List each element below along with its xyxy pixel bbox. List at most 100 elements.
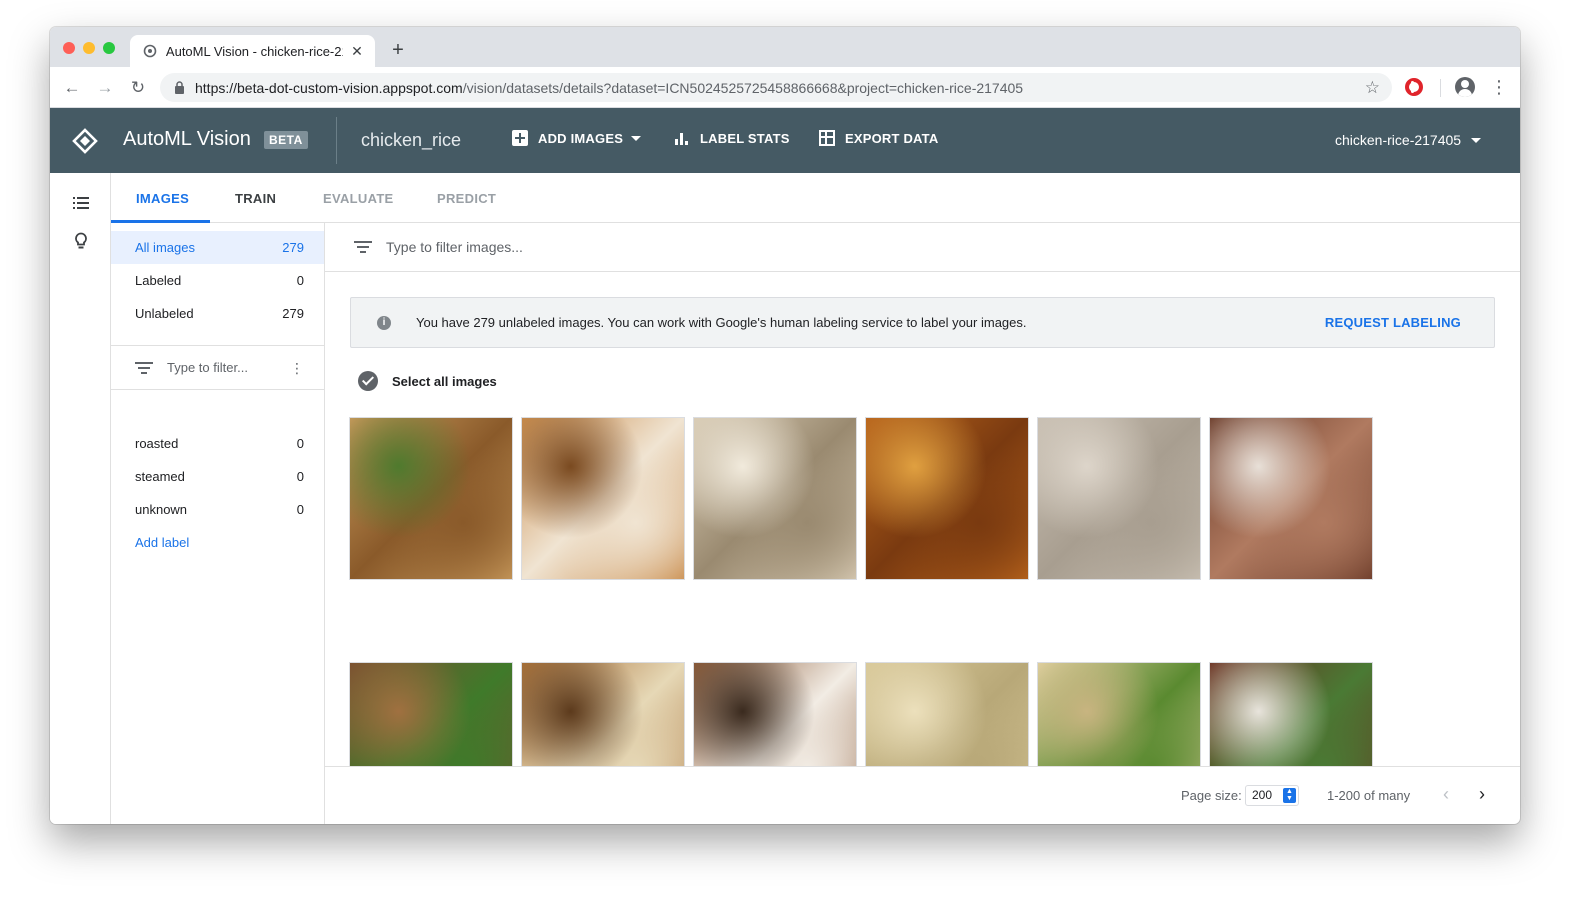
- label-count: 0: [296, 436, 304, 451]
- export-data-label: EXPORT DATA: [845, 130, 939, 146]
- select-all-control[interactable]: Select all images: [358, 371, 497, 391]
- url-text: https://beta-dot-custom-vision.appspot.c…: [195, 80, 1023, 96]
- tab-close-icon[interactable]: ✕: [349, 43, 365, 60]
- tab-predict[interactable]: PREDICT: [437, 191, 496, 206]
- close-window-button[interactable]: [63, 42, 75, 54]
- filter-count: 279: [282, 306, 304, 321]
- back-arrow-icon[interactable]: ←: [61, 77, 83, 99]
- minimize-window-button[interactable]: [83, 42, 95, 54]
- panel-divider: [111, 389, 324, 390]
- image-thumbnail-roasted-chicken-rice[interactable]: [521, 662, 685, 766]
- browser-tab[interactable]: AutoML Vision - chicken-rice-217405 ✕: [130, 35, 375, 67]
- bar-chart-icon: [674, 130, 690, 146]
- maximize-window-button[interactable]: [103, 42, 115, 54]
- request-labeling-button[interactable]: REQUEST LABELING: [1325, 315, 1461, 330]
- profile-avatar-icon[interactable]: [1455, 77, 1475, 97]
- beta-badge: BETA: [264, 131, 308, 149]
- automl-logo-icon: [72, 128, 98, 154]
- new-tab-button[interactable]: +: [388, 39, 408, 61]
- image-thumbnail-steamed-chicken-yellow[interactable]: [865, 662, 1029, 766]
- image-grid: [325, 417, 1520, 766]
- image-thumbnail-steamed-chicken-plain[interactable]: [1037, 417, 1201, 580]
- label-count: 0: [296, 469, 304, 484]
- label-item-steamed[interactable]: steamed 0: [111, 460, 324, 493]
- image-thumbnail-roasted-chicken-slices[interactable]: [521, 417, 685, 580]
- tab-images[interactable]: IMAGES: [136, 191, 189, 206]
- label-item-unknown[interactable]: unknown 0: [111, 493, 324, 526]
- filter-unlabeled[interactable]: Unlabeled 279: [111, 297, 324, 330]
- section-tabs: IMAGES TRAIN EVALUATE PREDICT: [111, 173, 1520, 223]
- app-name: AutoML Vision: [123, 128, 251, 150]
- page-size-label: Page size:: [1181, 788, 1242, 803]
- dropdown-caret-icon: [631, 135, 642, 141]
- forward-arrow-icon[interactable]: →: [94, 77, 116, 99]
- bookmark-star-icon[interactable]: ☆: [1365, 78, 1380, 98]
- browser-menu-icon[interactable]: ⋮: [1490, 77, 1508, 97]
- datasets-list-icon[interactable]: [73, 197, 89, 209]
- page-size-select[interactable]: 200 ▲ ▼: [1245, 785, 1299, 806]
- page-size-value: 200: [1252, 788, 1273, 802]
- image-thumbnail-roasted-chicken-salad[interactable]: [1209, 662, 1373, 766]
- label-name: steamed: [135, 469, 185, 484]
- image-thumbnail-roasted-chicken-greens[interactable]: [349, 662, 513, 766]
- label-name: unknown: [135, 502, 188, 517]
- label-stats-button[interactable]: LABEL STATS: [674, 130, 790, 146]
- toolbar-divider: [1440, 79, 1441, 97]
- filter-icon: [354, 241, 372, 253]
- select-all-label: Select all images: [392, 373, 497, 389]
- filter-labeled[interactable]: Labeled 0: [111, 264, 324, 297]
- left-rail: [50, 173, 111, 824]
- dataset-name: chicken_rice: [361, 130, 462, 150]
- select-stepper-icon: ▲ ▼: [1283, 788, 1296, 803]
- lock-icon: [172, 81, 186, 95]
- label-item-roasted[interactable]: roasted 0: [111, 427, 324, 460]
- export-data-button[interactable]: EXPORT DATA: [819, 130, 938, 146]
- image-thumbnail-glazed-chicken-sauce[interactable]: [865, 417, 1029, 580]
- more-options-icon[interactable]: ⋮: [290, 361, 304, 375]
- unlabeled-info-banner: i You have 279 unlabeled images. You can…: [350, 297, 1495, 348]
- image-filter-placeholder: Type to filter images...: [386, 239, 523, 255]
- address-bar[interactable]: https://beta-dot-custom-vision.appspot.c…: [160, 73, 1392, 102]
- app-header: AutoML Vision BETA chicken_rice ADD IMAG…: [50, 108, 1520, 173]
- tab-train[interactable]: TRAIN: [235, 191, 276, 206]
- filter-label: Unlabeled: [135, 306, 194, 321]
- add-label-link[interactable]: Add label: [135, 535, 189, 550]
- banner-message: You have 279 unlabeled images. You can w…: [416, 315, 1027, 330]
- label-stats-label: LABEL STATS: [700, 130, 790, 146]
- add-images-button[interactable]: ADD IMAGES: [512, 130, 642, 146]
- label-filter-placeholder: Type to filter...: [167, 360, 248, 375]
- image-thumbnail-steamed-chicken-rice[interactable]: [693, 417, 857, 580]
- filter-count: 0: [296, 273, 304, 288]
- image-thumbnail-soy-chicken-rice[interactable]: [1209, 417, 1373, 580]
- add-box-icon: [512, 130, 528, 146]
- tab-strip: AutoML Vision - chicken-rice-217405 ✕ +: [50, 27, 1520, 67]
- check-circle-icon[interactable]: [358, 371, 378, 391]
- project-name: chicken-rice-217405: [1335, 132, 1462, 148]
- opera-extension-icon[interactable]: [1405, 78, 1423, 96]
- filter-label: All images: [135, 240, 195, 255]
- url-host: https://beta-dot-custom-vision.appspot.c…: [195, 79, 463, 96]
- image-thumbnail-roasted-chicken-cilantro[interactable]: [349, 417, 513, 580]
- previous-page-icon[interactable]: ‹: [1443, 784, 1449, 805]
- image-thumbnail-roasted-chicken-chopped[interactable]: [693, 662, 857, 766]
- project-selector[interactable]: chicken-rice-217405: [1335, 132, 1482, 148]
- header-divider: [336, 117, 337, 164]
- next-page-icon[interactable]: ›: [1479, 784, 1485, 805]
- reload-icon[interactable]: ↻: [127, 77, 149, 99]
- project-caret-icon: [1471, 137, 1482, 143]
- filter-icon: [135, 361, 153, 374]
- tab-evaluate[interactable]: EVALUATE: [323, 191, 394, 206]
- info-icon: i: [377, 315, 391, 330]
- lightbulb-icon[interactable]: [74, 232, 88, 250]
- browser-toolbar: ← → ↻ https://beta-dot-custom-vision.app…: [50, 67, 1520, 108]
- tab-title: AutoML Vision - chicken-rice-217405: [165, 43, 343, 59]
- browser-window: AutoML Vision - chicken-rice-217405 ✕ + …: [50, 27, 1520, 824]
- image-thumbnail-steamed-chicken-herbs[interactable]: [1037, 662, 1201, 766]
- image-filter-bar[interactable]: Type to filter images...: [325, 223, 1520, 272]
- filter-count: 279: [282, 240, 304, 255]
- page-range: 1-200 of many: [1327, 788, 1411, 803]
- image-filter-panel: All images 279 Labeled 0 Unlabeled 279 T…: [111, 223, 325, 824]
- filter-all-images[interactable]: All images 279: [111, 231, 324, 264]
- label-filter-input[interactable]: Type to filter... ⋮: [111, 346, 324, 389]
- label-count: 0: [296, 502, 304, 517]
